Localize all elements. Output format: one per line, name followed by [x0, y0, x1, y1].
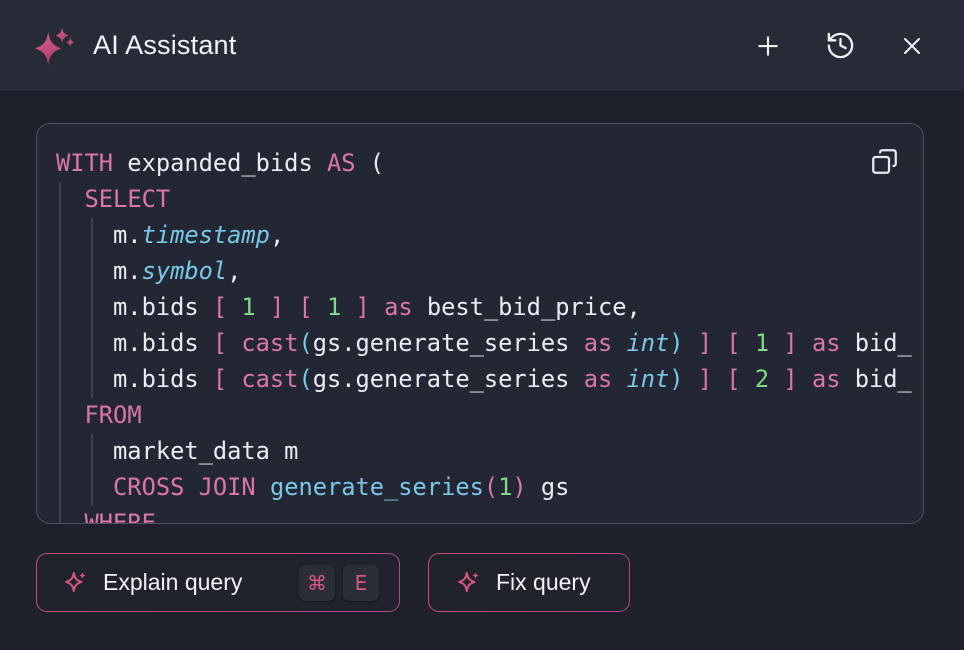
code-line: m.bids [ 1 ] [ 1 ] as best_bid_price,	[56, 289, 913, 325]
code-line: m.bids [ cast(gs.generate_series as int)…	[56, 361, 913, 397]
sparkles-icon	[62, 569, 89, 596]
indent-guide	[91, 434, 93, 506]
close-icon	[898, 32, 926, 60]
explain-query-button[interactable]: Explain query ⌘ E	[36, 553, 400, 612]
sql-code-block: WITH expanded_bids AS ( SELECT m.timesta…	[36, 123, 924, 524]
code-line: m.timestamp,	[56, 217, 913, 253]
explain-query-label: Explain query	[103, 569, 242, 596]
code-line: m.bids [ cast(gs.generate_series as int)…	[56, 325, 913, 361]
code-line: SELECT	[56, 181, 913, 217]
shortcut-key-cmd: ⌘	[299, 565, 335, 601]
new-chat-button[interactable]	[746, 24, 790, 68]
assistant-actions: Explain query ⌘ E Fix query	[36, 553, 630, 612]
code-line: WHERE	[56, 505, 913, 523]
header-title-group: AI Assistant	[30, 23, 236, 69]
page-title: AI Assistant	[93, 30, 236, 61]
code-line: m.symbol,	[56, 253, 913, 289]
copy-code-button[interactable]	[866, 143, 902, 179]
code-line: WITH expanded_bids AS (	[56, 145, 913, 181]
fix-query-button[interactable]: Fix query	[428, 553, 630, 612]
history-button[interactable]	[818, 24, 862, 68]
indent-guide	[91, 218, 93, 398]
history-icon	[825, 30, 856, 61]
fix-query-label: Fix query	[496, 569, 591, 596]
copy-icon	[871, 148, 898, 175]
close-button[interactable]	[890, 24, 934, 68]
indent-guide	[59, 182, 61, 523]
code-scroll-area[interactable]: WITH expanded_bids AS ( SELECT m.timesta…	[37, 124, 923, 523]
shortcut-key-e: E	[343, 565, 379, 601]
shortcut-chips: ⌘ E	[299, 565, 379, 601]
code-line: CROSS JOIN generate_series(1) gs	[56, 469, 913, 505]
header-actions	[746, 24, 934, 68]
code-line: market_data m	[56, 433, 913, 469]
sparkles-icon	[30, 23, 76, 69]
sql-code: WITH expanded_bids AS ( SELECT m.timesta…	[37, 124, 923, 523]
code-line: FROM	[56, 397, 913, 433]
plus-icon	[753, 31, 783, 61]
sparkles-icon	[455, 569, 482, 596]
assistant-header: AI Assistant	[0, 0, 964, 92]
